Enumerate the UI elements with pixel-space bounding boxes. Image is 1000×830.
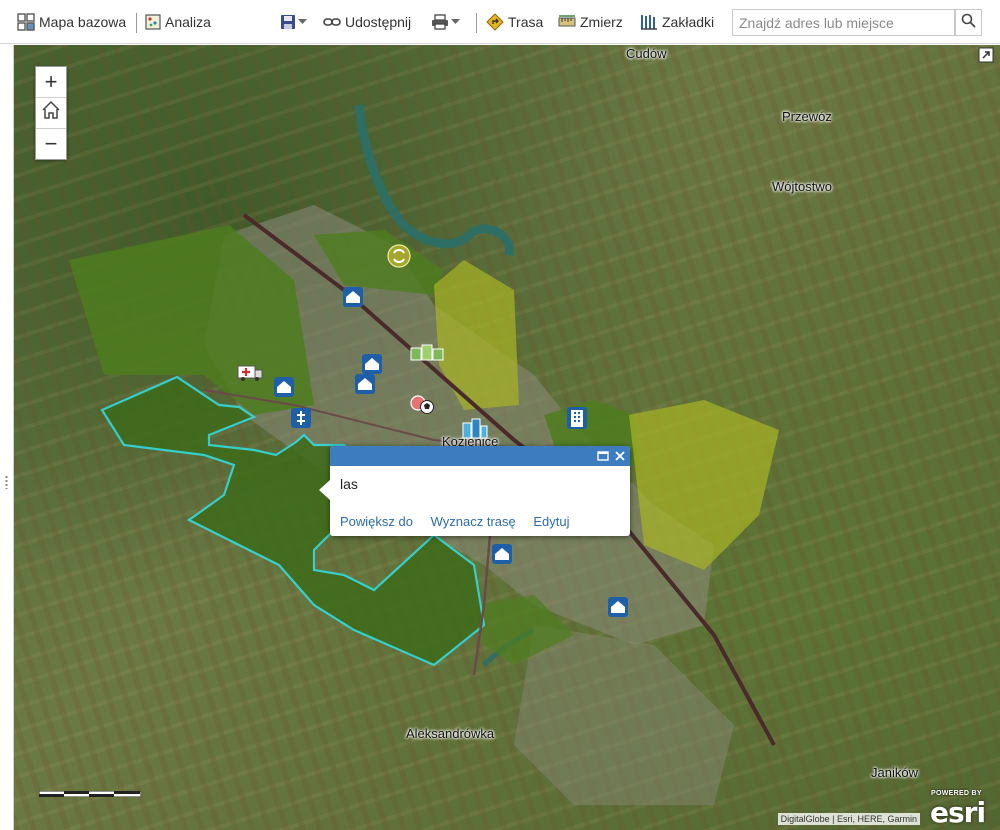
- school-icon[interactable]: [273, 376, 295, 403]
- school-icon[interactable]: [607, 596, 629, 623]
- place-label-cudow: Cudów: [626, 46, 667, 61]
- place-label-janikow: Janików: [871, 765, 918, 780]
- measure-button[interactable]: Zmierz: [558, 10, 623, 34]
- measure-icon: [558, 14, 576, 30]
- school-icon[interactable]: [342, 286, 364, 313]
- map-view[interactable]: Cudów Przewóz Wójtostwo Kozienice Aleksa…: [14, 45, 1000, 830]
- share-button[interactable]: Udostępnij: [323, 10, 411, 34]
- zoom-control: + −: [35, 66, 67, 160]
- scale-bar: [38, 784, 142, 798]
- toolbar-divider: [136, 13, 137, 33]
- print-button[interactable]: [431, 10, 460, 34]
- ambulance-icon[interactable]: [237, 364, 263, 387]
- route-label: Trasa: [508, 14, 544, 30]
- save-icon: [280, 14, 296, 30]
- zoom-in-icon: +: [44, 69, 58, 94]
- route-icon: [486, 13, 504, 31]
- basemap-label: Mapa bazowa: [39, 14, 127, 30]
- bookmarks-button[interactable]: Zakładki: [640, 10, 714, 34]
- close-icon[interactable]: [613, 449, 627, 463]
- place-label-wojtostwo: Wójtostwo: [772, 179, 832, 194]
- expand-button[interactable]: [978, 47, 994, 63]
- building-icon[interactable]: [410, 342, 444, 367]
- map-attribution[interactable]: DigitalGlobe | Esri, HERE, Garmin: [777, 813, 920, 825]
- school-icon[interactable]: [354, 373, 376, 400]
- home-button[interactable]: [36, 98, 66, 129]
- directions-link[interactable]: Wyznacz trasę: [431, 514, 516, 529]
- search-icon: [961, 13, 976, 33]
- popup-title: las: [340, 476, 358, 492]
- field-polygon: [629, 400, 779, 570]
- route-button[interactable]: Trasa: [486, 10, 543, 34]
- analysis-label: Analiza: [165, 14, 211, 30]
- expand-icon: [978, 47, 994, 67]
- place-label-aleksandrowka: Aleksandrówka: [406, 726, 495, 741]
- chevron-down-icon: [298, 19, 307, 25]
- save-button[interactable]: [280, 10, 307, 34]
- esri-wordmark: esri: [930, 796, 986, 829]
- church-icon[interactable]: [290, 407, 312, 434]
- chevron-down-icon: [451, 19, 460, 25]
- link-icon: [323, 16, 341, 28]
- toolbar-divider: [476, 13, 477, 33]
- toolbar: Mapa bazowa Analiza Udostępnij Trasa Zmi…: [0, 0, 1000, 44]
- maximize-icon[interactable]: [596, 449, 610, 463]
- place-label-przewoz: Przewóz: [782, 109, 832, 124]
- building-icon[interactable]: [566, 406, 588, 435]
- zoom-out-button[interactable]: −: [36, 129, 66, 159]
- basemap-icon: [17, 13, 35, 31]
- map-layers: [69, 104, 779, 805]
- zoom-out-icon: −: [44, 131, 58, 156]
- printer-icon: [431, 14, 449, 30]
- popup-header: [330, 446, 630, 466]
- edit-link[interactable]: Edytuj: [533, 514, 569, 529]
- drag-handle-icon: [5, 475, 8, 489]
- zoom-in-button[interactable]: +: [36, 67, 66, 98]
- popup-pointer: [319, 480, 330, 500]
- measure-label: Zmierz: [580, 14, 623, 30]
- town-area: [514, 625, 734, 805]
- bookmark-icon: [640, 13, 658, 31]
- esri-logo[interactable]: POWERED BY esri: [930, 790, 986, 829]
- zoom-to-link[interactable]: Powiększ do: [340, 514, 413, 529]
- feature-popup: las Powiększ do Wyznacz trasę Edytuj: [319, 446, 630, 536]
- share-label: Udostępnij: [345, 14, 412, 30]
- search-input[interactable]: [732, 9, 955, 36]
- analysis-button[interactable]: Analiza: [145, 10, 211, 34]
- building-icon[interactable]: [460, 417, 488, 444]
- search-button[interactable]: [955, 9, 982, 36]
- home-icon: [41, 100, 61, 126]
- analysis-icon: [145, 14, 161, 30]
- recycle-icon[interactable]: [387, 244, 411, 273]
- school-icon[interactable]: [491, 543, 513, 570]
- side-panel-collapse-strip[interactable]: [0, 45, 14, 830]
- basemap-button[interactable]: Mapa bazowa: [17, 10, 126, 34]
- bookmarks-label: Zakładki: [662, 14, 715, 30]
- sports-icon[interactable]: [410, 394, 436, 421]
- popup-actions: Powiększ do Wyznacz trasę Edytuj: [340, 514, 584, 529]
